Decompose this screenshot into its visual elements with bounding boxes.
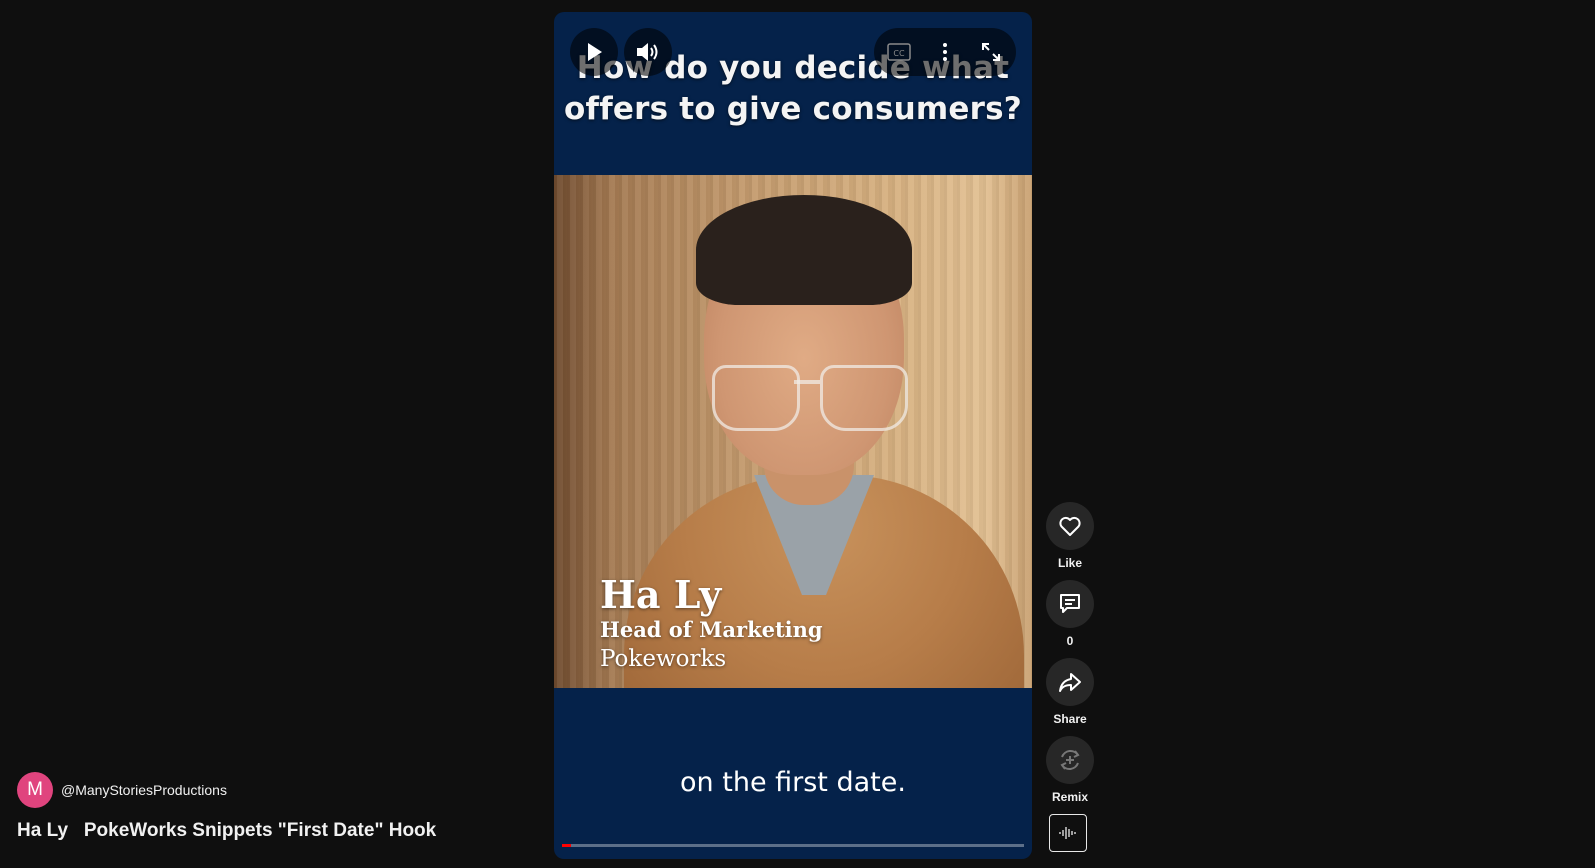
share-label: Share [1053,712,1087,726]
speaker-hair [696,195,912,305]
comment-action[interactable]: 0 [1045,580,1095,648]
share-icon [1059,673,1081,692]
like-label: Like [1057,556,1082,570]
cc-label: CC [893,49,905,58]
heart-icon [1059,516,1081,536]
captions-button[interactable]: CC [876,28,922,76]
progress-bar-fill [562,844,572,847]
progress-bar[interactable] [562,844,1024,847]
cc-icon: CC [887,43,911,61]
more-vert-icon [943,43,947,61]
comment-count: 0 [1066,634,1074,648]
volume-button[interactable] [624,28,672,76]
remix-icon [1060,750,1080,770]
fullscreen-button[interactable] [968,28,1014,76]
video-frame[interactable]: Ha Ly Head of Marketing Pokeworks [554,175,1032,688]
fullscreen-icon [982,43,1000,61]
volume-icon [637,43,658,61]
speaker-name: Ha Ly [600,572,722,617]
bottom-caption: on the first date. [680,767,906,798]
comment-icon [1060,594,1080,613]
play-icon [588,43,602,61]
speaker-company: Pokeworks [600,646,727,672]
remix-action[interactable]: Remix [1045,736,1095,804]
lower-third: Ha Ly Head of Marketing Pokeworks [600,573,823,675]
play-button[interactable] [570,28,618,76]
glasses-left-lens [712,365,800,431]
share-button[interactable] [1046,658,1094,706]
shorts-player[interactable]: How do you decide what offers to give co… [554,12,1032,859]
glasses-bridge [794,380,820,384]
like-button[interactable] [1046,502,1094,550]
remix-button[interactable] [1046,736,1094,784]
glasses-right-lens [820,365,908,431]
more-options-button[interactable] [922,28,968,76]
like-action[interactable]: Like [1045,502,1095,570]
comment-button[interactable] [1046,580,1094,628]
remix-label: Remix [1051,790,1089,804]
video-title: Ha Ly PokeWorks Snippets "First Date" Ho… [17,820,437,841]
top-caption-line-2: offers to give consumers? [564,91,1022,127]
channel-avatar[interactable]: M [17,772,53,808]
speaker-role: Head of Marketing [600,617,823,642]
sound-button[interactable] [1049,814,1087,852]
channel-handle[interactable]: @ManyStoriesProductions [61,782,227,798]
soundwave-icon [1059,827,1076,839]
share-action[interactable]: Share [1045,658,1095,726]
player-options-pill: CC [874,28,1016,76]
